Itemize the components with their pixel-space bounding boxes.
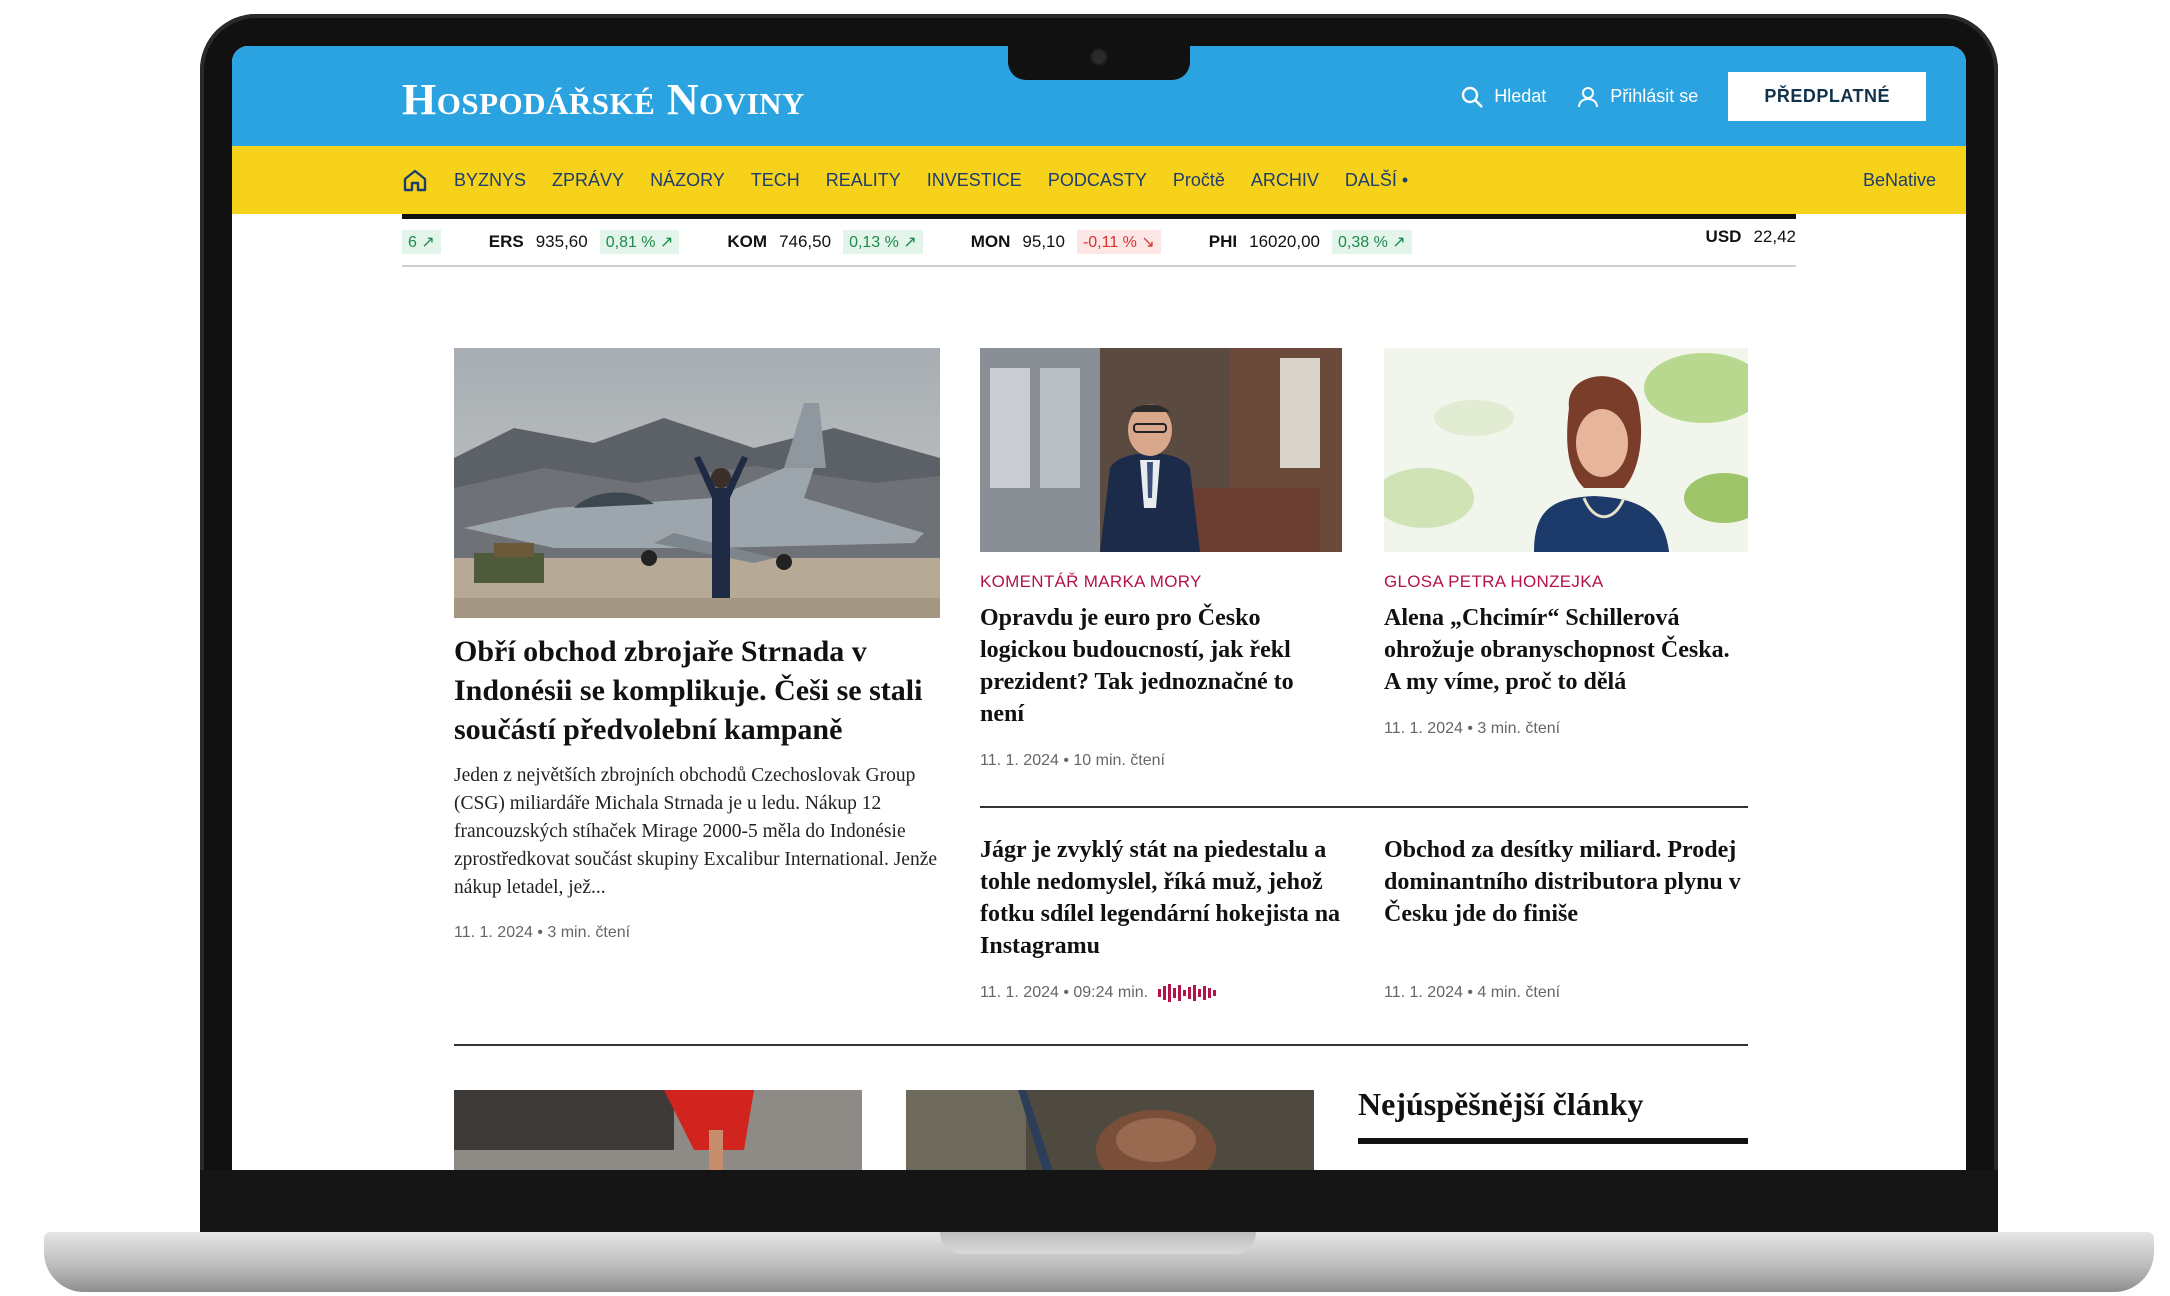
nav-item-nazory[interactable]: NÁZORY bbox=[650, 170, 725, 191]
nav-item-reality[interactable]: REALITY bbox=[826, 170, 901, 191]
lead-perex: Jeden z největších zbrojních obchodů Cze… bbox=[454, 765, 938, 898]
nav-item-procte[interactable]: Pročtě bbox=[1173, 170, 1225, 191]
article-headline[interactable]: Jágr je zvyklý stát na piedestalu a tohl… bbox=[980, 834, 1348, 962]
article-meta: 11. 1. 2024 • 09:24 min. bbox=[980, 984, 1149, 1001]
nav-item-podcasty[interactable]: PODCASTY bbox=[1048, 170, 1147, 191]
article-meta-row: 11. 1. 2024 • 09:24 min. bbox=[980, 984, 1217, 1002]
ticker-change: 0,38 % ↗ bbox=[1332, 230, 1412, 254]
login-label: Přihlásit se bbox=[1610, 86, 1699, 106]
nav-item-dalsi[interactable]: DALŠÍ • bbox=[1345, 170, 1408, 191]
ticker-item[interactable]: ERS 935,60 0,81 % ↗ bbox=[489, 230, 680, 254]
article-label[interactable]: KOMENTÁŘ MARKA MORY bbox=[980, 572, 1202, 592]
header-actions: Hledat Přihlásit se PŘEDPLATNÉ bbox=[1460, 72, 1926, 121]
laptop-mockup: Hospodářské Noviny Hledat Přihlásit se P… bbox=[0, 0, 2170, 1296]
article-headline[interactable]: Obchod za desítky miliard. Prodej domina… bbox=[1384, 834, 1748, 930]
ticker-value: 95,10 bbox=[1022, 232, 1065, 251]
ticker-change: 6 ↗ bbox=[402, 230, 441, 254]
ticker-symbol: PHI bbox=[1208, 232, 1238, 251]
ticker-change: -0,11 % ↘ bbox=[1076, 230, 1161, 254]
ticker-symbol: ERS bbox=[488, 232, 524, 251]
article-image[interactable] bbox=[980, 348, 1342, 552]
lead-headline[interactable]: Obří obchod zbrojaře Strnada v Indonésii… bbox=[454, 632, 944, 749]
laptop-bezel bbox=[200, 1170, 1998, 1234]
ticker-item[interactable]: MON 95,10 -0,11 % ↘ bbox=[971, 230, 1161, 254]
ticker-change: 0,13 % ↗ bbox=[843, 230, 923, 254]
laptop-base-notch bbox=[940, 1232, 1256, 1254]
ticker-value: 746,50 bbox=[779, 232, 832, 251]
ticker-symbol: KOM bbox=[727, 232, 768, 251]
camera-icon bbox=[1092, 50, 1106, 64]
article-image[interactable] bbox=[906, 1090, 1314, 1170]
article-meta: 11. 1. 2024 • 10 min. čtení bbox=[980, 752, 1165, 769]
currency-symbol: USD bbox=[1705, 227, 1742, 246]
home-icon[interactable] bbox=[402, 168, 428, 192]
ticker-change: 0,81 % ↗ bbox=[599, 230, 680, 254]
currency-value: 22,42 bbox=[1753, 227, 1796, 246]
article-meta: 11. 1. 2024 • 4 min. čtení bbox=[1384, 984, 1561, 1001]
browser-screen: Hospodářské Noviny Hledat Přihlásit se P… bbox=[232, 46, 1966, 1170]
nav-item-archiv[interactable]: ARCHIV bbox=[1251, 170, 1319, 191]
main-nav: BYZNYS ZPRÁVY NÁZORY TECH REALITY INVEST… bbox=[232, 146, 1966, 214]
login-link[interactable]: Přihlásit se bbox=[1576, 85, 1698, 109]
ticker-symbol: MON bbox=[970, 232, 1011, 251]
article-meta: 11. 1. 2024 • 3 min. čtení bbox=[1384, 720, 1561, 737]
most-read-title: Nejúspěšnější články bbox=[1358, 1086, 1644, 1122]
divider bbox=[454, 1044, 1748, 1046]
lead-article-image[interactable] bbox=[454, 348, 940, 618]
search-icon bbox=[1460, 85, 1484, 109]
nav-item-investice[interactable]: INVESTICE bbox=[927, 170, 1022, 191]
article-image[interactable] bbox=[454, 1090, 862, 1170]
most-read-underline bbox=[1358, 1138, 1748, 1144]
search-label: Hledat bbox=[1494, 86, 1547, 106]
nav-item-benative[interactable]: BeNative bbox=[1863, 146, 1936, 214]
nav-item-zpravy[interactable]: ZPRÁVY bbox=[552, 170, 624, 191]
user-icon bbox=[1576, 85, 1600, 109]
audio-waveform-icon[interactable] bbox=[1158, 984, 1217, 1002]
ticker-item[interactable]: KOM 746,50 0,13 % ↗ bbox=[727, 230, 923, 254]
ticker-value: 16020,00 bbox=[1249, 232, 1321, 251]
ticker-currency[interactable]: USD 22,42 bbox=[1706, 227, 1796, 247]
ticker-value: 935,60 bbox=[535, 232, 588, 251]
lead-meta: 11. 1. 2024 • 3 min. čtení bbox=[454, 924, 631, 941]
camera-notch bbox=[1008, 40, 1190, 80]
nav-item-byznys[interactable]: BYZNYS bbox=[454, 170, 526, 191]
site-logo[interactable]: Hospodářské Noviny bbox=[402, 74, 805, 125]
divider bbox=[980, 806, 1748, 808]
article-headline[interactable]: Alena „Chcimír“ Schillerová ohrožuje obr… bbox=[1384, 602, 1748, 698]
ticker-item[interactable]: PHI 16020,00 0,38 % ↗ bbox=[1209, 230, 1412, 254]
article-image[interactable] bbox=[1384, 348, 1748, 552]
nav-item-tech[interactable]: TECH bbox=[751, 170, 800, 191]
article-headline[interactable]: Opravdu je euro pro Česko logickou budou… bbox=[980, 602, 1340, 730]
stock-ticker: 6 ↗ ERS 935,60 0,81 % ↗ KOM 746,50 0,13 … bbox=[402, 214, 1796, 267]
article-label[interactable]: GLOSA PETRA HONZEJKA bbox=[1384, 572, 1604, 592]
ticker-item[interactable]: 6 ↗ bbox=[402, 230, 441, 254]
subscribe-button[interactable]: PŘEDPLATNÉ bbox=[1728, 72, 1926, 121]
search-link[interactable]: Hledat bbox=[1460, 85, 1546, 109]
